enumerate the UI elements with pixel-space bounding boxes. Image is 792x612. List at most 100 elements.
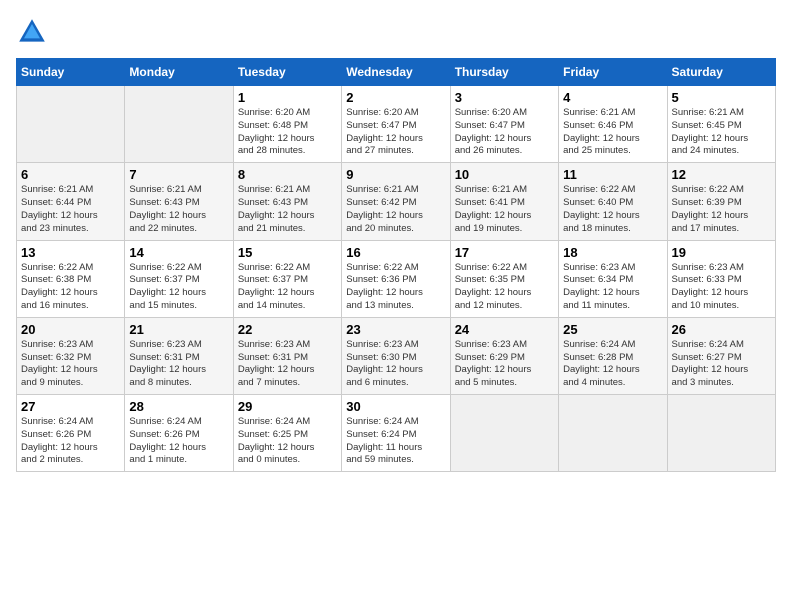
calendar-cell: 10 Sunrise: 6:21 AM Sunset: 6:41 PM Dayli… <box>450 163 558 240</box>
cell-content: Sunrise: 6:23 AM Sunset: 6:34 PM Dayligh… <box>563 262 662 313</box>
day-number: 27 <box>21 399 120 414</box>
col-saturday: Saturday <box>667 59 775 86</box>
day-number: 13 <box>21 245 120 260</box>
day-number: 17 <box>455 245 554 260</box>
cell-content: Sunrise: 6:21 AM Sunset: 6:43 PM Dayligh… <box>238 184 337 235</box>
day-number: 4 <box>563 90 662 105</box>
day-number: 23 <box>346 322 445 337</box>
cell-content: Sunrise: 6:23 AM Sunset: 6:31 PM Dayligh… <box>129 339 228 390</box>
day-number: 12 <box>672 167 771 182</box>
col-monday: Monday <box>125 59 233 86</box>
calendar-cell: 5 Sunrise: 6:21 AM Sunset: 6:45 PM Daylig… <box>667 86 775 163</box>
day-number: 21 <box>129 322 228 337</box>
day-number: 18 <box>563 245 662 260</box>
calendar-week-3: 13 Sunrise: 6:22 AM Sunset: 6:38 PM Dayli… <box>17 240 776 317</box>
cell-content: Sunrise: 6:22 AM Sunset: 6:36 PM Dayligh… <box>346 262 445 313</box>
day-number: 26 <box>672 322 771 337</box>
calendar-cell: 30 Sunrise: 6:24 AM Sunset: 6:24 PM Dayli… <box>342 395 450 472</box>
logo-icon <box>16 16 48 48</box>
day-number: 6 <box>21 167 120 182</box>
cell-content: Sunrise: 6:23 AM Sunset: 6:29 PM Dayligh… <box>455 339 554 390</box>
day-number: 9 <box>346 167 445 182</box>
calendar-cell: 29 Sunrise: 6:24 AM Sunset: 6:25 PM Dayli… <box>233 395 341 472</box>
calendar-week-5: 27 Sunrise: 6:24 AM Sunset: 6:26 PM Dayli… <box>17 395 776 472</box>
calendar-cell: 13 Sunrise: 6:22 AM Sunset: 6:38 PM Dayli… <box>17 240 125 317</box>
cell-content: Sunrise: 6:22 AM Sunset: 6:39 PM Dayligh… <box>672 184 771 235</box>
page: Sunday Monday Tuesday Wednesday Thursday… <box>0 0 792 612</box>
cell-content: Sunrise: 6:20 AM Sunset: 6:48 PM Dayligh… <box>238 107 337 158</box>
cell-content: Sunrise: 6:22 AM Sunset: 6:37 PM Dayligh… <box>238 262 337 313</box>
cell-content: Sunrise: 6:23 AM Sunset: 6:31 PM Dayligh… <box>238 339 337 390</box>
day-number: 8 <box>238 167 337 182</box>
calendar-cell: 4 Sunrise: 6:21 AM Sunset: 6:46 PM Daylig… <box>559 86 667 163</box>
cell-content: Sunrise: 6:24 AM Sunset: 6:26 PM Dayligh… <box>21 416 120 467</box>
calendar-week-2: 6 Sunrise: 6:21 AM Sunset: 6:44 PM Daylig… <box>17 163 776 240</box>
cell-content: Sunrise: 6:20 AM Sunset: 6:47 PM Dayligh… <box>455 107 554 158</box>
calendar-cell: 1 Sunrise: 6:20 AM Sunset: 6:48 PM Daylig… <box>233 86 341 163</box>
calendar-cell: 20 Sunrise: 6:23 AM Sunset: 6:32 PM Dayli… <box>17 317 125 394</box>
cell-content: Sunrise: 6:21 AM Sunset: 6:43 PM Dayligh… <box>129 184 228 235</box>
calendar-cell: 2 Sunrise: 6:20 AM Sunset: 6:47 PM Daylig… <box>342 86 450 163</box>
header-row: Sunday Monday Tuesday Wednesday Thursday… <box>17 59 776 86</box>
calendar-cell: 14 Sunrise: 6:22 AM Sunset: 6:37 PM Dayli… <box>125 240 233 317</box>
day-number: 25 <box>563 322 662 337</box>
col-thursday: Thursday <box>450 59 558 86</box>
calendar-cell: 18 Sunrise: 6:23 AM Sunset: 6:34 PM Dayli… <box>559 240 667 317</box>
calendar-cell: 27 Sunrise: 6:24 AM Sunset: 6:26 PM Dayli… <box>17 395 125 472</box>
cell-content: Sunrise: 6:23 AM Sunset: 6:32 PM Dayligh… <box>21 339 120 390</box>
day-number: 5 <box>672 90 771 105</box>
calendar-cell: 7Sunrise: 6:21 AM Sunset: 6:43 PM Daylig… <box>125 163 233 240</box>
day-number: 24 <box>455 322 554 337</box>
cell-content: Sunrise: 6:24 AM Sunset: 6:25 PM Dayligh… <box>238 416 337 467</box>
calendar-cell: 17 Sunrise: 6:22 AM Sunset: 6:35 PM Dayli… <box>450 240 558 317</box>
day-number: 30 <box>346 399 445 414</box>
calendar-cell: 15Sunrise: 6:22 AM Sunset: 6:37 PM Dayli… <box>233 240 341 317</box>
calendar-cell <box>667 395 775 472</box>
cell-content: Sunrise: 6:22 AM Sunset: 6:38 PM Dayligh… <box>21 262 120 313</box>
day-number: 28 <box>129 399 228 414</box>
calendar-cell <box>125 86 233 163</box>
cell-content: Sunrise: 6:21 AM Sunset: 6:45 PM Dayligh… <box>672 107 771 158</box>
cell-content: Sunrise: 6:21 AM Sunset: 6:41 PM Dayligh… <box>455 184 554 235</box>
day-number: 20 <box>21 322 120 337</box>
calendar-cell: 11 Sunrise: 6:22 AM Sunset: 6:40 PM Dayli… <box>559 163 667 240</box>
day-number: 22 <box>238 322 337 337</box>
cell-content: Sunrise: 6:22 AM Sunset: 6:35 PM Dayligh… <box>455 262 554 313</box>
cell-content: Sunrise: 6:22 AM Sunset: 6:40 PM Dayligh… <box>563 184 662 235</box>
cell-content: Sunrise: 6:24 AM Sunset: 6:27 PM Dayligh… <box>672 339 771 390</box>
calendar-cell: 6 Sunrise: 6:21 AM Sunset: 6:44 PM Daylig… <box>17 163 125 240</box>
col-sunday: Sunday <box>17 59 125 86</box>
calendar-cell: 9 Sunrise: 6:21 AM Sunset: 6:42 PM Daylig… <box>342 163 450 240</box>
calendar-week-1: 1 Sunrise: 6:20 AM Sunset: 6:48 PM Daylig… <box>17 86 776 163</box>
day-number: 16 <box>346 245 445 260</box>
day-number: 11 <box>563 167 662 182</box>
calendar-cell: 3 Sunrise: 6:20 AM Sunset: 6:47 PM Daylig… <box>450 86 558 163</box>
calendar-cell: 24 Sunrise: 6:23 AM Sunset: 6:29 PM Dayli… <box>450 317 558 394</box>
cell-content: Sunrise: 6:23 AM Sunset: 6:30 PM Dayligh… <box>346 339 445 390</box>
col-friday: Friday <box>559 59 667 86</box>
day-number: 29 <box>238 399 337 414</box>
cell-content: Sunrise: 6:21 AM Sunset: 6:44 PM Dayligh… <box>21 184 120 235</box>
calendar-cell: 19Sunrise: 6:23 AM Sunset: 6:33 PM Dayli… <box>667 240 775 317</box>
day-number: 10 <box>455 167 554 182</box>
cell-content: Sunrise: 6:22 AM Sunset: 6:37 PM Dayligh… <box>129 262 228 313</box>
calendar-table: Sunday Monday Tuesday Wednesday Thursday… <box>16 58 776 472</box>
calendar-cell <box>17 86 125 163</box>
calendar-cell: 23 Sunrise: 6:23 AM Sunset: 6:30 PM Dayli… <box>342 317 450 394</box>
calendar-cell: 8 Sunrise: 6:21 AM Sunset: 6:43 PM Daylig… <box>233 163 341 240</box>
cell-content: Sunrise: 6:24 AM Sunset: 6:24 PM Dayligh… <box>346 416 445 467</box>
day-number: 1 <box>238 90 337 105</box>
col-tuesday: Tuesday <box>233 59 341 86</box>
day-number: 3 <box>455 90 554 105</box>
logo <box>16 16 52 48</box>
calendar-cell: 26 Sunrise: 6:24 AM Sunset: 6:27 PM Dayli… <box>667 317 775 394</box>
day-number: 2 <box>346 90 445 105</box>
calendar-week-4: 20 Sunrise: 6:23 AM Sunset: 6:32 PM Dayli… <box>17 317 776 394</box>
calendar-cell: 12 Sunrise: 6:22 AM Sunset: 6:39 PM Dayli… <box>667 163 775 240</box>
cell-content: Sunrise: 6:21 AM Sunset: 6:42 PM Dayligh… <box>346 184 445 235</box>
cell-content: Sunrise: 6:20 AM Sunset: 6:47 PM Dayligh… <box>346 107 445 158</box>
col-wednesday: Wednesday <box>342 59 450 86</box>
calendar-cell: 16 Sunrise: 6:22 AM Sunset: 6:36 PM Dayli… <box>342 240 450 317</box>
cell-content: Sunrise: 6:21 AM Sunset: 6:46 PM Dayligh… <box>563 107 662 158</box>
day-number: 14 <box>129 245 228 260</box>
